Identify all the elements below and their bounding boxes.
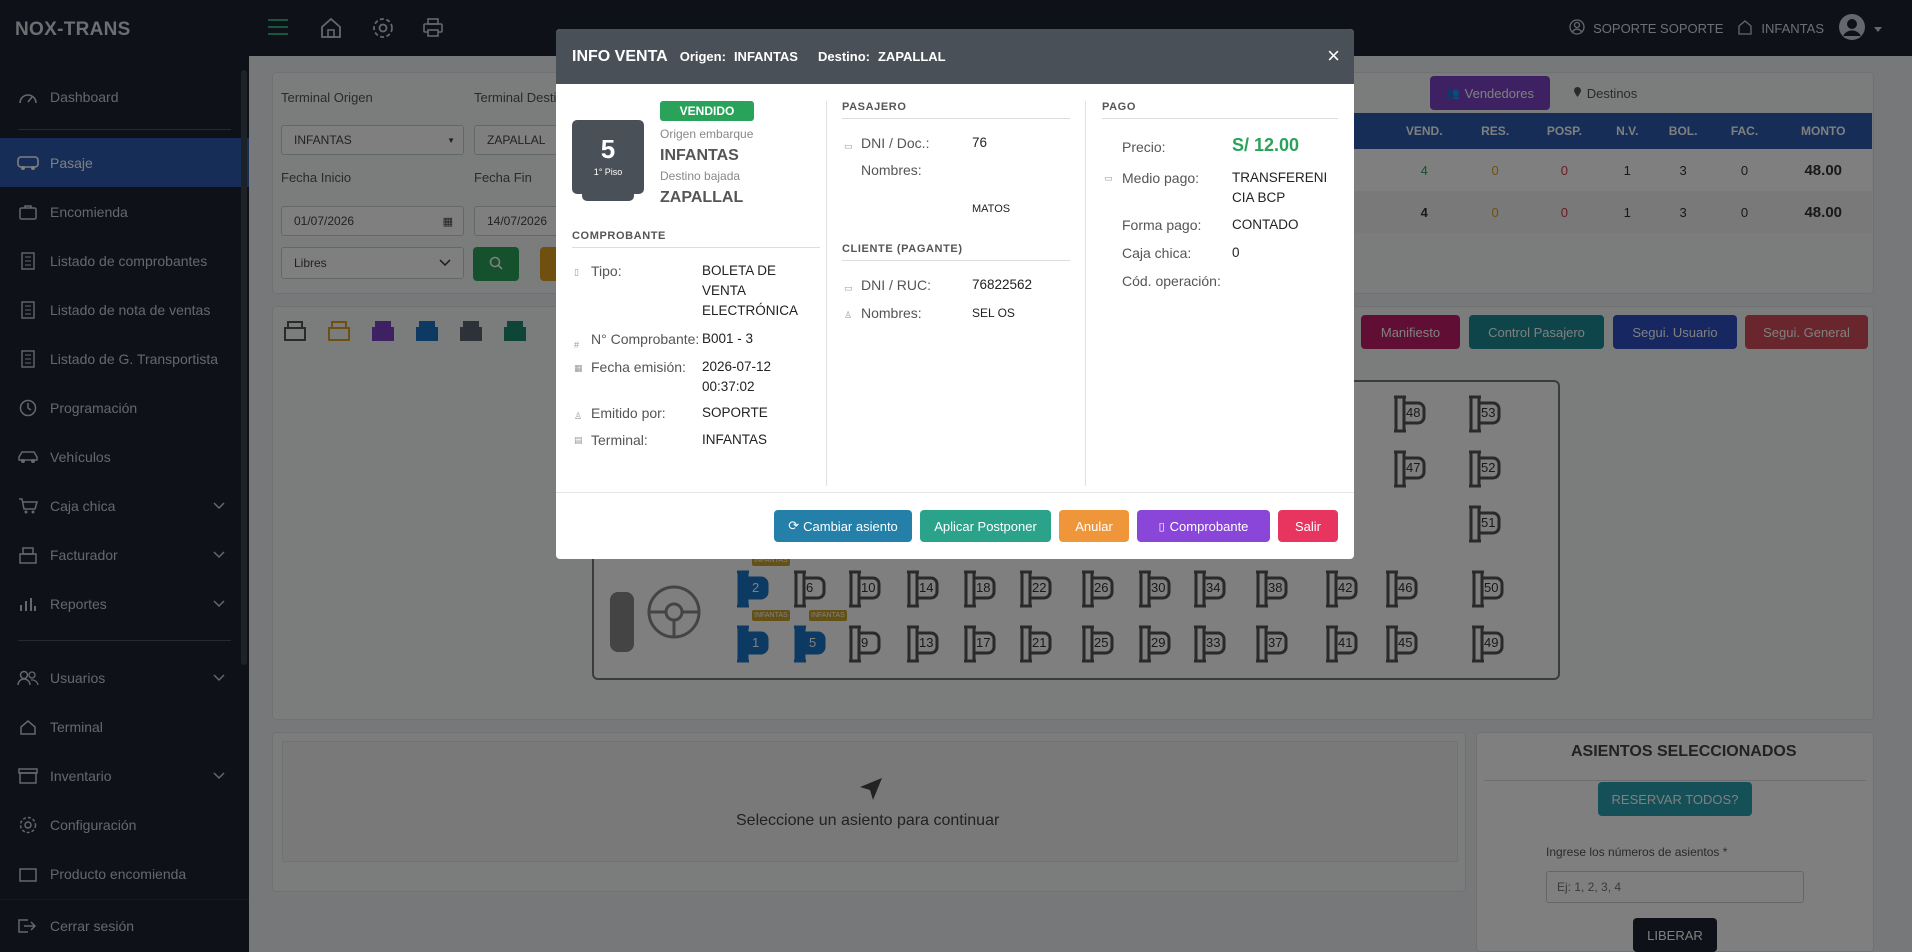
divider — [826, 101, 827, 486]
receipt-icon: ▯ — [1158, 520, 1165, 533]
user-icon: ♙ — [574, 411, 583, 421]
boarding-value: INFANTAS — [660, 147, 739, 164]
payment-section-header: PAGO — [1102, 101, 1338, 119]
voucher-button[interactable]: ▯ Comprobante — [1137, 510, 1270, 542]
petty-cash-value: 0 — [1232, 245, 1240, 260]
building-icon: ▤ — [574, 435, 583, 445]
modal-origin-value: INFANTAS — [733, 49, 798, 64]
file-icon: ▯ — [574, 267, 579, 277]
sale-info-modal: INFO VENTA Origen: INFANTAS Destino: ZAP… — [556, 29, 1354, 559]
passenger-names-value: MATOS — [972, 203, 1011, 215]
client-names-value: SEL OS — [972, 306, 1015, 320]
modal-destination-value: ZAPALLAL — [877, 49, 946, 64]
change-seat-button[interactable]: ⟳ Cambiar asiento — [774, 510, 912, 542]
issue-date-key: Fecha emisión: — [591, 359, 686, 375]
passenger-doc-key: DNI / Doc.: — [861, 135, 930, 151]
modal-origin-key: Origen: — [679, 49, 726, 64]
drop-value: ZAPALLAL — [660, 189, 744, 206]
passenger-doc-value: 76 — [972, 135, 988, 150]
payment-method-value: TRANSFERENICIA BCP — [1232, 170, 1328, 205]
issued-by-value: SOPORTE — [702, 405, 768, 420]
client-ruc-value: 76822562 — [972, 277, 1033, 292]
id-card-icon: ▭ — [844, 141, 853, 151]
button-label: Cambiar asiento — [803, 518, 898, 534]
void-button[interactable]: Anular — [1059, 510, 1129, 542]
seat-badge: 5 1° Piso — [572, 120, 644, 194]
divider — [1085, 101, 1086, 486]
operation-code-key: Cód. operación: — [1122, 273, 1221, 289]
voucher-section-header: COMPROBANTE — [572, 230, 820, 248]
price-key: Precio: — [1122, 139, 1166, 155]
boarding-label: Origen embarque — [660, 127, 754, 141]
seat-floor: 1° Piso — [593, 167, 623, 177]
payment-method-key: Medio pago: — [1122, 170, 1200, 186]
client-section-header: CLIENTE (PAGANTE) — [842, 243, 1070, 261]
exit-button[interactable]: Salir — [1278, 510, 1338, 542]
close-icon[interactable]: × — [1327, 43, 1340, 69]
voucher-type-key: Tipo: — [591, 263, 622, 279]
payment-form-key: Forma pago: — [1122, 217, 1202, 233]
issued-by-key: Emitido por: — [591, 405, 666, 421]
modal-destination-key: Destino: — [817, 49, 870, 64]
seat-badge-base — [582, 189, 634, 201]
voucher-number-value: B001 - 3 — [702, 331, 754, 346]
petty-cash-key: Caja chica: — [1122, 245, 1192, 261]
price-value: S/ 12.00 — [1232, 135, 1300, 155]
terminal-key: Terminal: — [591, 432, 648, 448]
postpone-button[interactable]: Aplicar Postponer — [920, 510, 1051, 542]
client-ruc-key: DNI / RUC: — [861, 277, 931, 293]
seat-number: 5 — [600, 134, 616, 164]
terminal-value: INFANTAS — [702, 432, 768, 447]
status-badge: VENDIDO — [660, 101, 754, 121]
voucher-number-key: N° Comprobante: — [591, 331, 700, 347]
credit-card-icon: ▭ — [1104, 173, 1113, 183]
user-icon: ♙ — [844, 310, 853, 320]
button-label: Comprobante — [1169, 518, 1249, 534]
hash-icon: # — [574, 340, 580, 350]
refresh-icon: ⟳ — [788, 518, 800, 533]
drop-label: Destino bajada — [660, 169, 741, 183]
payment-form-value: CONTADO — [1232, 217, 1299, 232]
voucher-type-value: BOLETA DE VENTA ELECTRÓNICA — [702, 263, 799, 318]
modal-header: INFO VENTA Origen: INFANTAS Destino: ZAP… — [556, 29, 1354, 84]
issue-date-value: 2026-07-12 00:37:02 — [702, 359, 772, 394]
modal-title: INFO VENTA — [572, 47, 668, 65]
client-names-key: Nombres: — [861, 305, 922, 321]
calendar-icon: ▦ — [574, 363, 583, 373]
divider — [556, 492, 1354, 493]
passenger-section-header: PASAJERO — [842, 101, 1070, 119]
passenger-names-key: Nombres: — [861, 162, 922, 178]
id-card-icon: ▭ — [844, 283, 853, 293]
